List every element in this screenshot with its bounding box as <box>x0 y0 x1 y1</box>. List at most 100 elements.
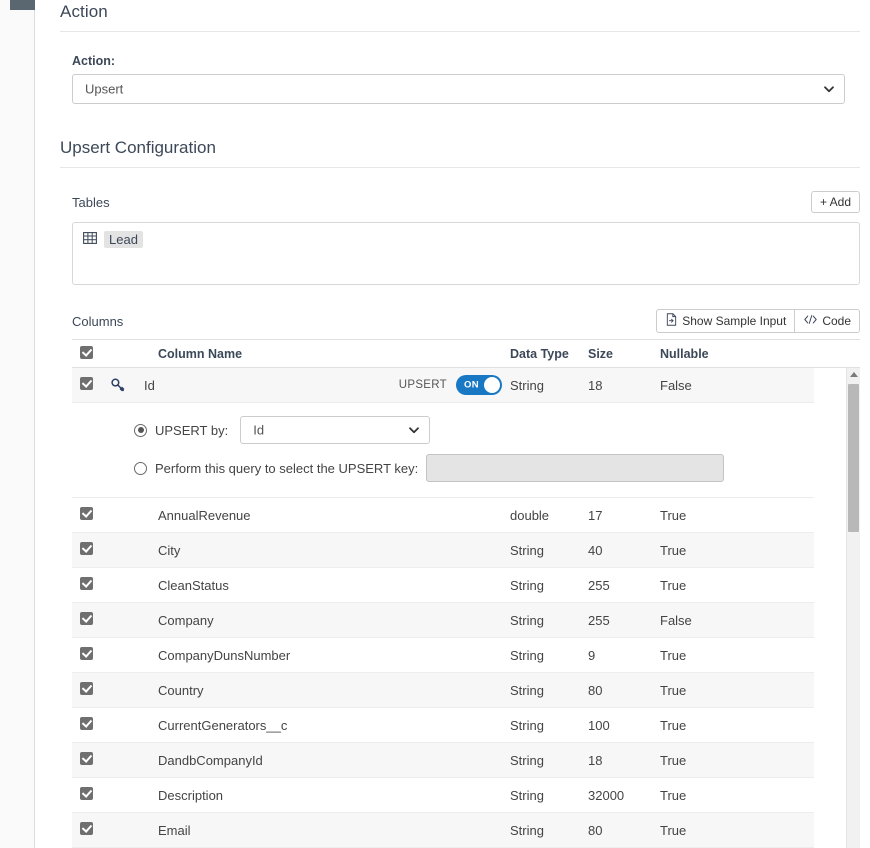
row-checkbox[interactable] <box>80 717 110 733</box>
table-row[interactable]: CurrentGenerators__cString100True <box>72 708 814 743</box>
row-name-cell: DandbCompanyId <box>110 753 510 768</box>
columns-action-buttons: Show Sample Input Code <box>656 309 860 333</box>
table-row[interactable]: AnnualRevenuedouble17True <box>72 498 814 533</box>
row-name-cell: CompanyDunsNumber <box>110 648 510 663</box>
row-name-cell: CleanStatus <box>110 578 510 593</box>
row-column-name: AnnualRevenue <box>158 508 251 523</box>
upsert-toggle-label: UPSERT <box>399 379 447 391</box>
row-nullable: True <box>660 543 740 558</box>
upsert-query-label: Perform this query to select the UPSERT … <box>155 461 418 476</box>
row-checkbox[interactable] <box>80 787 110 803</box>
upsert-toggle-state: ON <box>464 380 479 391</box>
row-checkbox[interactable] <box>80 822 110 838</box>
upsert-toggle-group: UPSERT ON <box>399 375 510 395</box>
scroll-up-arrow-icon[interactable] <box>850 372 858 377</box>
row-nullable: False <box>660 613 740 628</box>
row-checkbox[interactable] <box>80 542 110 558</box>
row-checkbox[interactable] <box>80 612 110 628</box>
columns-scrollbar[interactable] <box>846 368 860 848</box>
table-row[interactable]: City String40True <box>72 533 814 568</box>
row-nullable: True <box>660 578 740 593</box>
columns-panel-header: Columns Show Sample Input <box>72 309 860 333</box>
columns-table-header: Column Name Data Type Size Nullable <box>72 340 860 368</box>
table-item-lead[interactable]: Lead <box>83 231 143 248</box>
row-data-type: String <box>510 718 588 733</box>
upsert-query-radio[interactable] <box>134 462 147 475</box>
show-sample-input-button[interactable]: Show Sample Input <box>656 309 794 333</box>
row-nullable: True <box>660 648 740 663</box>
row-checkbox[interactable] <box>80 647 110 663</box>
row-size: 9 <box>588 648 660 663</box>
row-size-id: 18 <box>588 378 660 393</box>
row-name-cell: Country <box>110 683 510 698</box>
table-item-label: Lead <box>104 231 143 248</box>
upsert-query-input[interactable] <box>426 454 724 482</box>
row-checkbox[interactable] <box>80 752 110 768</box>
table-row[interactable]: DandbCompanyIdString18True <box>72 743 814 778</box>
row-data-type: String <box>510 753 588 768</box>
action-select[interactable]: Upsert <box>72 74 845 104</box>
table-row[interactable]: CompanyString255False <box>72 603 814 638</box>
table-row[interactable]: EmailString80True <box>72 813 814 848</box>
upsert-by-option-row[interactable]: UPSERT by: Id <box>72 415 814 445</box>
row-name-cell: AnnualRevenue <box>110 508 510 523</box>
row-column-name: DandbCompanyId <box>158 753 263 768</box>
row-data-type: String <box>510 613 588 628</box>
row-nullable: True <box>660 823 740 838</box>
row-checkbox[interactable] <box>80 682 110 698</box>
row-data-type: String <box>510 648 588 663</box>
row-column-name: Email <box>158 823 191 838</box>
tables-panel: Tables + Add Lead <box>72 190 860 848</box>
header-column-name: Column Name <box>110 347 510 361</box>
row-name-cell: Company <box>110 613 510 628</box>
row-data-type: String <box>510 543 588 558</box>
code-button[interactable]: Code <box>794 309 860 333</box>
row-name-cell: Description <box>110 788 510 803</box>
upsert-toggle-switch[interactable]: ON <box>456 375 502 395</box>
scrollbar-thumb[interactable] <box>848 384 859 532</box>
row-checkbox[interactable] <box>80 507 110 523</box>
row-column-name: Company <box>158 613 214 628</box>
table-row[interactable]: CompanyDunsNumberString9True <box>72 638 814 673</box>
row-size: 18 <box>588 753 660 768</box>
row-column-name-id: Id <box>144 378 155 393</box>
tables-list-box[interactable]: Lead <box>72 222 860 285</box>
code-brackets-icon <box>803 314 818 328</box>
app-root: Action Action: Upsert Upsert Configurati… <box>0 0 870 848</box>
table-row[interactable]: CleanStatusString255True <box>72 568 814 603</box>
row-checkbox[interactable] <box>80 577 110 593</box>
add-table-button[interactable]: + Add <box>811 191 860 213</box>
row-size: 17 <box>588 508 660 523</box>
row-data-type-id: String <box>510 378 588 393</box>
table-row[interactable]: CountryString80True <box>72 673 814 708</box>
row-data-type: String <box>510 788 588 803</box>
header-data-type: Data Type <box>510 347 588 361</box>
upsert-by-radio[interactable] <box>134 424 147 437</box>
upsert-config-heading: Upsert Configuration <box>60 138 870 158</box>
row-name-cell-id: Id UPSERT ON <box>110 375 510 395</box>
action-select-value: Upsert <box>85 82 123 97</box>
columns-table: Column Name Data Type Size Nullable <box>72 339 860 848</box>
row-nullable-id: False <box>660 378 740 393</box>
table-grid-icon <box>83 231 97 248</box>
select-all-checkbox[interactable] <box>80 346 110 362</box>
row-size: 32000 <box>588 788 660 803</box>
upsert-key-options: UPSERT by: Id <box>72 403 814 498</box>
row-nullable: True <box>660 788 740 803</box>
upsert-by-select-value: Id <box>253 423 264 438</box>
show-sample-input-label: Show Sample Input <box>682 314 786 328</box>
row-size: 40 <box>588 543 660 558</box>
upsert-query-option-row[interactable]: Perform this query to select the UPSERT … <box>72 453 814 483</box>
left-rail <box>0 0 35 848</box>
action-section-heading: Action <box>60 0 870 22</box>
row-column-name: City <box>158 543 180 558</box>
upsert-by-select[interactable]: Id <box>240 416 430 444</box>
header-nullable: Nullable <box>660 347 740 361</box>
action-section-divider <box>60 31 860 32</box>
row-data-type: String <box>510 683 588 698</box>
columns-rows-viewport: Id UPSERT ON String 18 <box>72 368 860 848</box>
row-name-cell: Email <box>110 823 510 838</box>
table-row-id[interactable]: Id UPSERT ON String 18 <box>72 368 814 403</box>
row-checkbox-id[interactable] <box>80 377 110 393</box>
table-row[interactable]: DescriptionString32000True <box>72 778 814 813</box>
